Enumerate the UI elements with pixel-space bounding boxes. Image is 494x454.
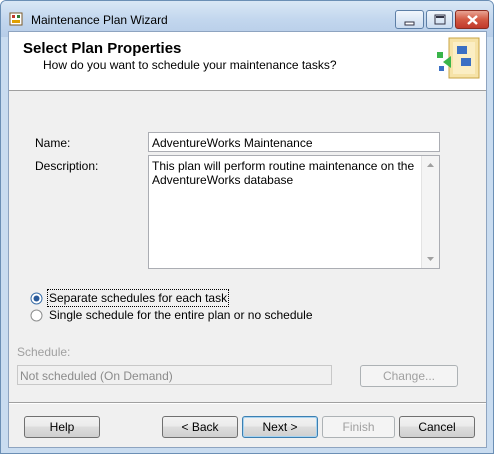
finish-button[interactable]: Finish [322, 416, 395, 438]
description-field[interactable]: This plan will perform routine maintenan… [148, 155, 440, 269]
single-schedule-radio[interactable] [30, 309, 43, 322]
maintenance-plan-icon [9, 12, 23, 26]
description-text: This plan will perform routine maintenan… [152, 159, 417, 187]
separate-schedules-radio[interactable] [30, 292, 43, 305]
wizard-body: Select Plan Properties How do you want t… [8, 31, 487, 448]
back-button[interactable]: < Back [162, 416, 238, 438]
schedule-label: Schedule: [17, 345, 71, 359]
window-title: Maintenance Plan Wizard [31, 13, 168, 27]
single-schedule-label[interactable]: Single schedule for the entire plan or n… [49, 308, 313, 322]
wizard-window: Maintenance Plan Wizard Select Plan Prop… [0, 0, 494, 454]
page-subtitle: How do you want to schedule your mainten… [43, 58, 337, 72]
minimize-button[interactable] [395, 10, 424, 29]
scroll-down-icon [427, 257, 434, 261]
next-button[interactable]: Next > [242, 416, 318, 438]
close-button[interactable] [455, 10, 489, 29]
scroll-up-icon [427, 163, 434, 167]
maximize-button[interactable] [426, 10, 453, 29]
name-field[interactable]: AdventureWorks Maintenance [148, 132, 440, 152]
footer-separator [9, 402, 486, 404]
page-title: Select Plan Properties [23, 40, 182, 57]
wizard-header: Select Plan Properties How do you want t… [9, 32, 486, 91]
description-scrollbar[interactable] [421, 156, 439, 268]
help-button[interactable]: Help [24, 416, 100, 438]
cancel-button[interactable]: Cancel [399, 416, 475, 438]
schedule-field: Not scheduled (On Demand) [17, 365, 332, 385]
name-label: Name: [35, 136, 71, 150]
separate-schedules-label[interactable]: Separate schedules for each task [46, 289, 230, 307]
close-icon [467, 15, 478, 25]
wizard-banner-icon [437, 37, 480, 79]
change-schedule-button[interactable]: Change... [360, 365, 458, 387]
maximize-icon [434, 14, 446, 25]
minimize-icon [404, 21, 415, 26]
description-label: Description: [35, 159, 99, 173]
